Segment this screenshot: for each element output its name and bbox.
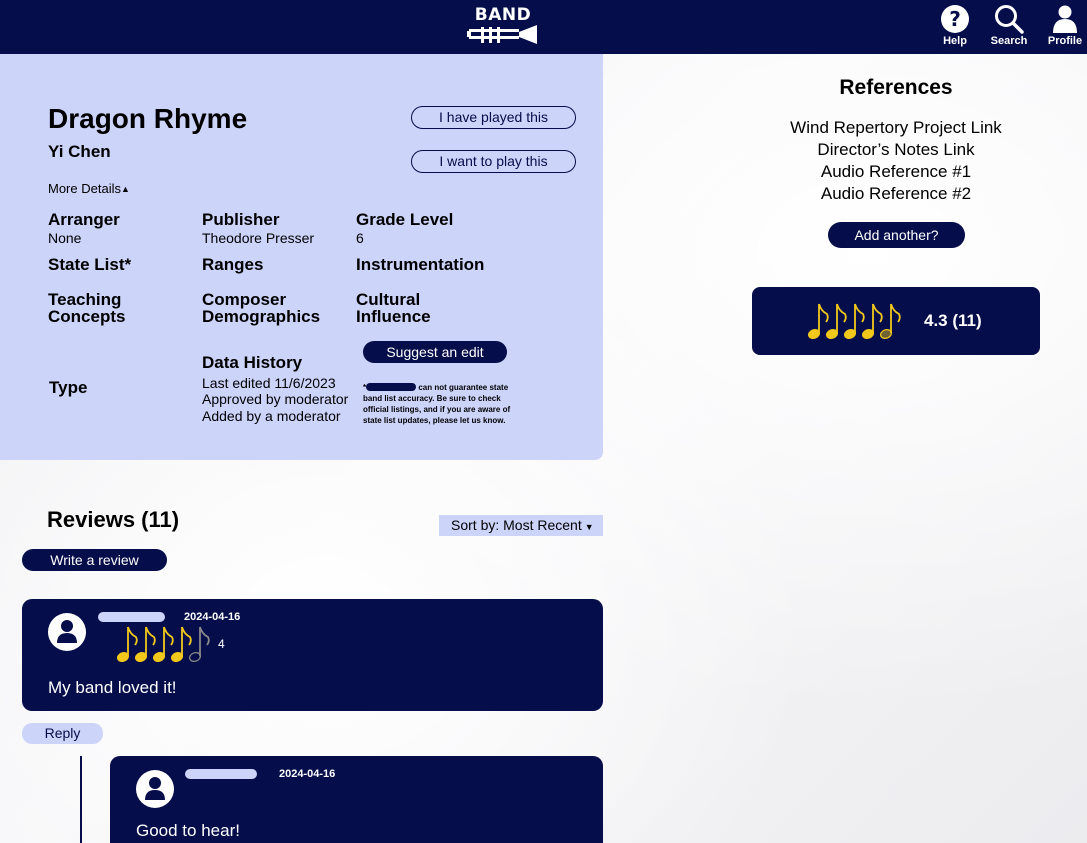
type-label[interactable]: Type [49, 379, 87, 396]
state-list-label[interactable]: State List* [48, 256, 131, 273]
more-details-toggle[interactable]: More Details▲ [48, 181, 130, 196]
cultural-influence-label[interactable]: Cultural Influence [356, 291, 431, 325]
sort-label: Sort by: Most Recent [451, 517, 582, 533]
avatar [48, 613, 86, 651]
svg-text:?: ? [949, 7, 961, 31]
add-reference-button[interactable]: Add another? [828, 222, 965, 248]
approved-by-text: Approved by moderator [202, 391, 349, 407]
eighth-note-icon [861, 303, 883, 340]
references-title: References [839, 76, 953, 99]
avatar [136, 770, 174, 808]
piece-title: Dragon Rhyme [48, 103, 248, 134]
help-circle-icon: ? [941, 5, 969, 33]
teaching-concepts-line-2: Concepts [48, 307, 126, 326]
eighth-note-icon [134, 626, 156, 663]
publisher-label: Publisher [202, 210, 280, 229]
audio-reference-1-link[interactable]: Audio Reference #1 [752, 161, 1040, 183]
composer-demographics-label[interactable]: Composer Demographics [202, 291, 320, 325]
audio-reference-2-link[interactable]: Audio Reference #2 [752, 183, 1040, 205]
caret-up-icon: ▲ [120, 184, 130, 194]
composer-demographics-line-2: Demographics [202, 307, 321, 326]
ranges-label[interactable]: Ranges [202, 256, 263, 273]
publisher-value: Theodore Presser [202, 230, 315, 246]
reply-body: Good to hear! [136, 821, 240, 840]
instrumentation-label[interactable]: Instrumentation [356, 256, 484, 273]
eighth-note-icon [152, 626, 174, 663]
eighth-note-icon [188, 626, 210, 663]
added-by-text: Added by a moderator [202, 408, 341, 424]
wind-repertory-link[interactable]: Wind Repertory Project Link [752, 117, 1040, 139]
rating-text: 4.3 (11) [924, 311, 982, 330]
band-logo[interactable]: BAND [466, 6, 540, 46]
review-rating-notes [117, 626, 210, 663]
arranger-value: None [48, 230, 82, 246]
user-avatar-icon [145, 777, 165, 800]
search-button[interactable]: Search [981, 4, 1037, 50]
reply-date: 2024-04-16 [279, 768, 336, 780]
write-review-button[interactable]: Write a review [22, 549, 167, 571]
redacted-username [98, 612, 165, 622]
top-nav-bar [0, 0, 1087, 54]
eighth-note-icon [879, 303, 901, 340]
overall-rating-box: 4.3 (11) [752, 287, 1040, 355]
directors-notes-link[interactable]: Director’s Notes Link [752, 139, 1040, 161]
eighth-note-icon [170, 626, 192, 663]
review-date: 2024-04-16 [184, 611, 241, 623]
more-details-label: More Details [48, 181, 121, 196]
played-this-button[interactable]: I have played this [411, 106, 576, 129]
teaching-concepts-label[interactable]: Teaching Concepts [48, 291, 125, 325]
profile-label: Profile [1047, 35, 1083, 47]
reviews-title: Reviews (11) [47, 507, 180, 532]
reply-thread-line [80, 756, 82, 843]
grade-level-value: 6 [356, 230, 364, 246]
rating-notes [808, 303, 901, 340]
cultural-influence-line-2: Influence [356, 307, 431, 326]
data-history-label: Data History [202, 353, 303, 372]
arranger-label: Arranger [48, 210, 120, 229]
want-to-play-button[interactable]: I want to play this [411, 150, 576, 173]
suggest-edit-button[interactable]: Suggest an edit [363, 341, 507, 363]
piece-composer: Yi Chen [48, 142, 111, 161]
cultural-influence-line-1: Cultural [356, 290, 421, 309]
redacted-site-name [366, 383, 417, 391]
sort-dropdown[interactable]: Sort by: Most Recent ▼ [439, 515, 603, 536]
search-label: Search [990, 35, 1028, 47]
eighth-note-icon [808, 303, 829, 340]
trumpet-icon [467, 25, 537, 44]
grade-level-label: Grade Level [356, 210, 454, 229]
person-icon [1053, 5, 1077, 33]
user-avatar-icon [57, 620, 77, 643]
chevron-down-icon: ▼ [584, 522, 594, 532]
redacted-username [185, 769, 257, 779]
review-card: 2024-04-16 4 My band loved it! [22, 599, 603, 711]
last-edited-text: Last edited 11/6/2023 [202, 375, 336, 391]
review-score: 4 [218, 637, 225, 651]
reply-card: 2024-04-16 Good to hear! [110, 756, 603, 843]
help-label: Help [943, 35, 967, 47]
composer-demographics-line-1: Composer [202, 290, 287, 309]
eighth-note-icon [117, 626, 138, 663]
help-button[interactable]: ? Help [927, 4, 983, 50]
eighth-note-icon [843, 303, 865, 340]
search-icon [995, 5, 1024, 34]
review-body: My band loved it! [48, 678, 177, 697]
profile-button[interactable]: Profile [1037, 4, 1087, 50]
teaching-concepts-line-1: Teaching [48, 290, 122, 309]
logo-text: BAND [474, 5, 532, 25]
eighth-note-icon [825, 303, 847, 340]
reply-button[interactable]: Reply [22, 723, 103, 744]
state-list-disclaimer: * can not guarantee state band list accu… [363, 382, 523, 426]
